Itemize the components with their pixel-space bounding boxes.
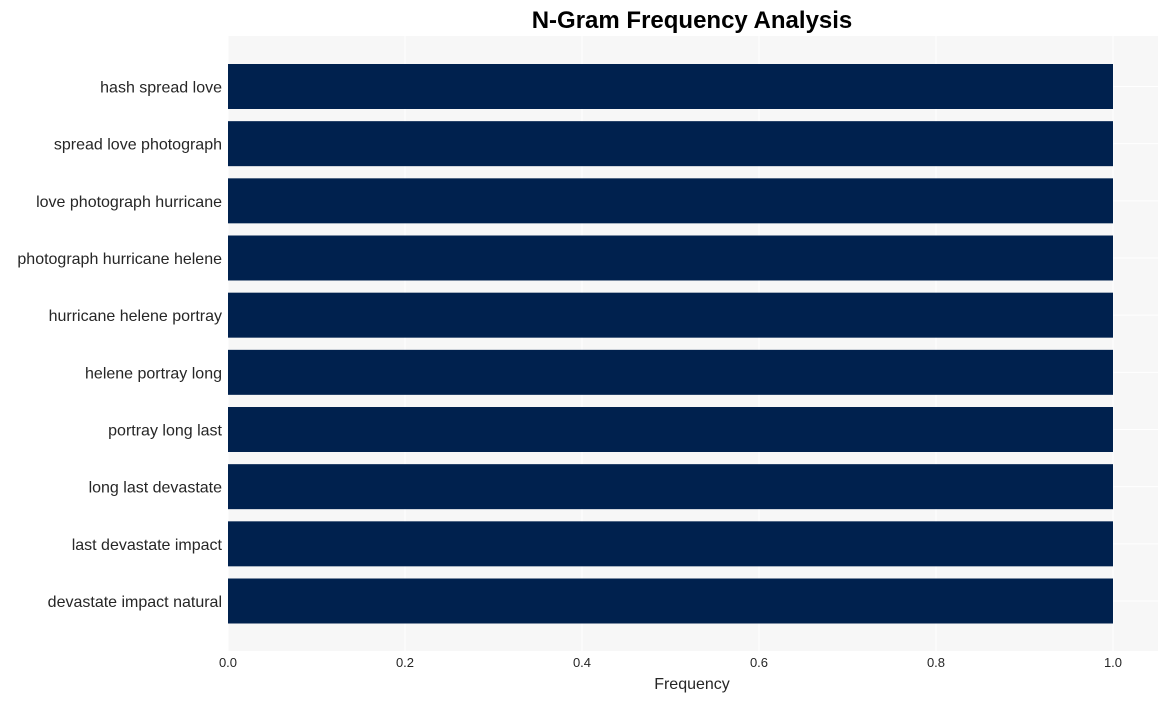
y-tick-label: photograph hurricane helene [17,251,222,268]
bar [228,235,1113,281]
y-tick-label: helene portray long [85,365,222,382]
y-tick-label: spread love photograph [54,137,222,154]
chart-title: N-Gram Frequency Analysis [532,7,853,34]
y-tick-label: hash spread love [100,80,222,97]
x-tick-label: 0.4 [573,655,591,670]
x-tick-label: 1.0 [1104,655,1122,670]
bar [228,407,1113,452]
x-axis-ticks: 0.0 0.2 0.4 0.6 0.8 1.0 [219,655,1122,670]
y-tick-label: love photograph hurricane [36,194,222,211]
bar [228,292,1113,338]
x-tick-label: 0.2 [396,655,414,670]
y-tick-label: last devastate impact [72,537,223,554]
bar [228,578,1113,624]
chart: hash spread love spread love photograph lo… [17,7,1158,693]
y-tick-label: hurricane helene portray [49,308,222,325]
y-tick-label: devastate impact natural [48,594,222,611]
bar [228,349,1113,395]
x-tick-label: 0.8 [927,655,945,670]
y-axis-ticks: hash spread love spread love photograph lo… [17,80,222,612]
bar [228,464,1113,510]
x-tick-label: 0.0 [219,655,237,670]
y-tick-label: portray long last [108,423,222,440]
y-tick-label: long last devastate [89,480,223,497]
bar [228,178,1113,224]
x-tick-label: 0.6 [750,655,768,670]
bar [228,64,1113,109]
bar [228,121,1113,167]
bar [228,521,1113,567]
x-axis-label: Frequency [654,676,730,693]
